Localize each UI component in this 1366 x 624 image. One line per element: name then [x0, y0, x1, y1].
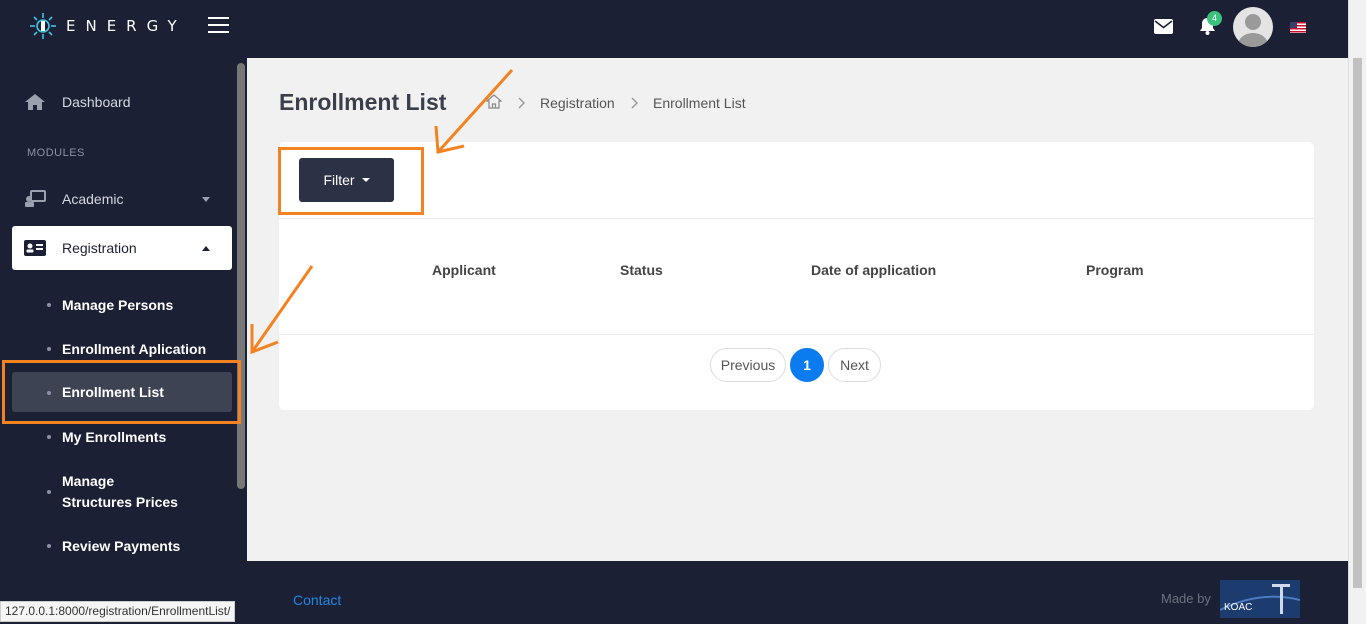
bullet-icon [47, 391, 51, 395]
sidebar-subitem-enrollment-aplication[interactable]: Enrollment Aplication [12, 339, 232, 360]
logo-icon[interactable] [28, 11, 58, 41]
us-flag-icon[interactable] [1290, 22, 1306, 33]
chevron-up-icon [202, 245, 210, 251]
filter-button-label: Filter [323, 172, 355, 188]
bullet-icon [47, 435, 51, 439]
sidebar-subitem-enrollment-list[interactable]: Enrollment List [12, 372, 232, 412]
sidebar-item-academic[interactable]: Academic [12, 177, 232, 221]
column-header-status[interactable]: Status [620, 262, 663, 278]
bullet-icon [47, 490, 51, 494]
bullet-icon [47, 544, 51, 548]
column-header-program[interactable]: Program [1086, 262, 1144, 278]
contact-link[interactable]: Contact [293, 592, 341, 608]
sidebar-item-dashboard[interactable]: Dashboard [12, 80, 232, 124]
divider [279, 334, 1314, 335]
mail-icon[interactable] [1154, 19, 1173, 34]
breadcrumb-enrollment-list: Enrollment List [653, 95, 746, 111]
hamburger-menu-icon[interactable] [208, 17, 229, 35]
sidebar-item-label: Academic [62, 191, 124, 207]
made-by-label: Made by [1161, 591, 1211, 606]
divider [279, 218, 1314, 219]
bullet-icon [47, 303, 51, 307]
page-scrollbar[interactable] [1348, 0, 1366, 624]
chevron-right-icon [631, 97, 638, 109]
pagination-previous[interactable]: Previous [710, 348, 786, 382]
sidebar-subitem-review-payments[interactable]: Review Payments [12, 536, 232, 557]
breadcrumb-home-icon[interactable] [486, 94, 502, 109]
status-bar-url: 127.0.0.1:8000/registration/EnrollmentLi… [0, 601, 236, 622]
sidebar-subitem-my-enrollments[interactable]: My Enrollments [12, 427, 232, 448]
page-title: Enrollment List [279, 89, 447, 115]
bullet-icon [47, 347, 51, 351]
chevron-down-icon [202, 196, 210, 202]
caret-down-icon [361, 178, 370, 182]
notification-badge: 4 [1207, 11, 1222, 26]
home-icon [23, 93, 47, 111]
svg-text:KOAC: KOAC [1224, 602, 1252, 613]
pagination-page-1[interactable]: 1 [790, 348, 824, 382]
avatar[interactable] [1233, 7, 1273, 47]
column-header-date[interactable]: Date of application [811, 262, 936, 278]
scrollbar-thumb[interactable] [1353, 58, 1362, 588]
top-navbar [0, 0, 1348, 58]
sidebar-scrollbar[interactable] [237, 63, 245, 489]
brand-name: ENERGY [66, 17, 187, 35]
chalkboard-teacher-icon [23, 190, 47, 208]
column-header-applicant[interactable]: Applicant [432, 262, 496, 278]
filter-button[interactable]: Filter [299, 158, 394, 202]
chevron-right-icon [518, 97, 525, 109]
id-card-icon [23, 240, 47, 256]
breadcrumb-registration[interactable]: Registration [540, 95, 615, 111]
sidebar-subitem-manage-structures-prices[interactable]: Manage Structures Prices [12, 471, 192, 513]
pagination-next[interactable]: Next [828, 348, 881, 382]
modules-heading: MODULES [27, 147, 85, 159]
sidebar-item-label: Dashboard [62, 94, 131, 110]
sidebar-item-label: Registration [62, 240, 137, 256]
koac-logo[interactable]: KOAC [1219, 580, 1301, 618]
sidebar-item-registration[interactable]: Registration [12, 226, 232, 270]
sidebar-subitem-manage-persons[interactable]: Manage Persons [12, 295, 232, 316]
